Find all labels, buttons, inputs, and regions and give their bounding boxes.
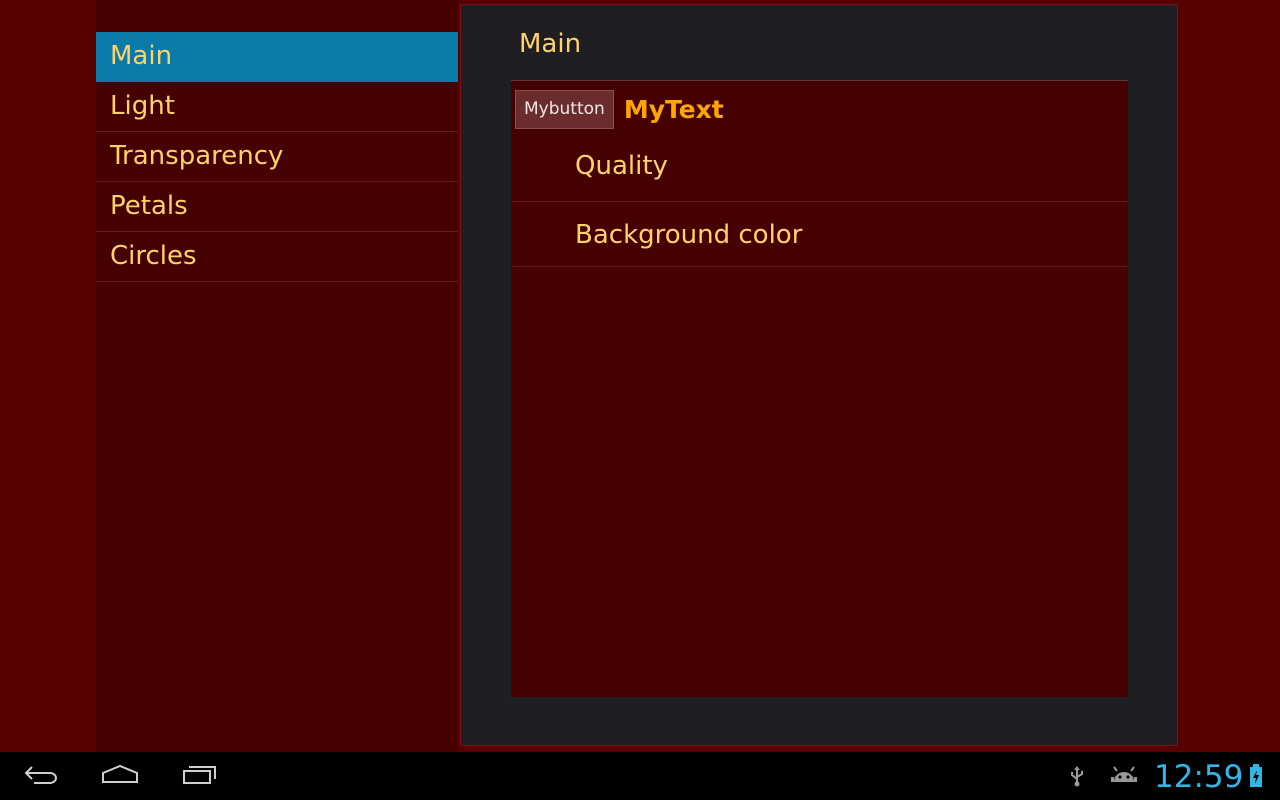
headers-list: Main Light Transparency Petals Circles xyxy=(96,32,458,282)
preference-quality[interactable]: Quality xyxy=(511,137,1128,202)
home-button[interactable] xyxy=(96,760,144,792)
header-item-label: Light xyxy=(110,91,175,121)
recent-apps-icon xyxy=(182,764,218,788)
battery-charging-icon xyxy=(1248,764,1264,788)
back-icon xyxy=(22,764,58,788)
header-item-label: Transparency xyxy=(110,141,284,171)
back-button[interactable] xyxy=(16,760,64,792)
header-item-label: Circles xyxy=(110,241,197,271)
custom-preference-row: Mybutton MyText xyxy=(515,89,724,129)
preference-background-color[interactable]: Background color xyxy=(511,202,1128,267)
preference-activity: Main Light Transparency Petals Circles M… xyxy=(0,0,1280,800)
header-item-light[interactable]: Light xyxy=(96,82,458,132)
preference-label: Quality xyxy=(575,151,668,181)
system-navigation-bar: 12:59 xyxy=(0,752,1280,800)
header-item-transparency[interactable]: Transparency xyxy=(96,132,458,182)
header-item-circles[interactable]: Circles xyxy=(96,232,458,282)
detail-title: Main xyxy=(519,29,582,59)
preference-detail-panel: Main Mybutton MyText Quality Background … xyxy=(460,4,1178,746)
header-item-label: Main xyxy=(110,41,173,71)
header-item-petals[interactable]: Petals xyxy=(96,182,458,232)
home-icon xyxy=(101,764,139,788)
header-item-main[interactable]: Main xyxy=(96,32,458,82)
headers-list-panel: Main Light Transparency Petals Circles xyxy=(96,0,458,752)
status-clock: 12:59 xyxy=(1154,759,1244,795)
mybutton[interactable]: Mybutton xyxy=(515,89,614,129)
header-item-label: Petals xyxy=(110,191,188,221)
preference-list: Mybutton MyText Quality Background color xyxy=(511,80,1128,697)
usb-icon xyxy=(1066,764,1088,788)
android-debug-icon xyxy=(1110,764,1138,788)
recent-apps-button[interactable] xyxy=(176,760,224,792)
preference-label: Background color xyxy=(575,220,803,250)
mytext-label: MyText xyxy=(623,94,724,124)
